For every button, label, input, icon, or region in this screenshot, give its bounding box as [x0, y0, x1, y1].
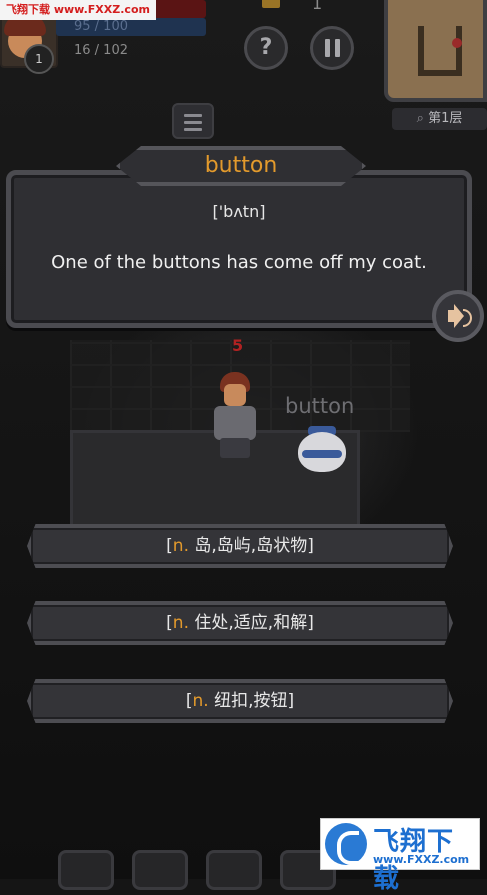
word-title: button — [204, 153, 278, 178]
coin-count: 1 — [312, 0, 323, 13]
help-button[interactable]: ? — [244, 26, 288, 70]
minimap-maze — [418, 26, 462, 76]
answer-option-3[interactable]: [n. 纽扣,按钮] — [27, 679, 453, 723]
answer-option-1[interactable]: [n. 岛,岛屿,岛状物] — [27, 524, 453, 568]
answer-option-2[interactable]: [n. 住处,适应,和解] — [27, 601, 453, 645]
bottom-tab-3[interactable] — [206, 850, 262, 890]
word-dialog — [6, 170, 472, 328]
pause-button[interactable] — [310, 26, 354, 70]
minimap[interactable] — [384, 0, 487, 102]
pot-enemy[interactable] — [298, 432, 346, 472]
bottom-tab-1[interactable] — [58, 850, 114, 890]
answer-pos: n. — [172, 536, 189, 556]
pause-icon — [325, 39, 341, 57]
watermark-top: 飞翔下载 www.FXXZ.com — [0, 0, 156, 20]
mp-bar: 95 / 100 — [56, 18, 206, 36]
menu-button[interactable] — [172, 103, 214, 139]
site-logo: 飞翔下载 www.FXXZ.com — [320, 818, 480, 894]
answer-pos: n. — [172, 613, 189, 633]
coin-icon — [262, 0, 280, 8]
play-sound-button[interactable] — [432, 290, 484, 342]
search-icon: ⌕ — [416, 111, 429, 126]
level-badge: 1 — [24, 44, 54, 74]
logo-mark-icon — [325, 823, 367, 865]
enemy-word-label: button — [285, 394, 355, 418]
help-icon: ? — [259, 35, 273, 60]
phonetic: ['bʌtn] — [212, 202, 266, 221]
bottom-tab-2[interactable] — [132, 850, 188, 890]
menu-list-icon — [184, 114, 202, 117]
damage-number: 5 — [232, 336, 244, 355]
floor-text: 第1层 — [428, 111, 463, 126]
floor-label: ⌕ 第1层 — [392, 108, 487, 130]
xp-bar: 16 / 102 — [74, 43, 128, 58]
answer-meaning: 纽扣,按钮] — [208, 691, 295, 711]
example-sentence: One of the buttons has come off my coat. — [51, 252, 427, 273]
answer-meaning: 岛,岛屿,岛状物] — [188, 536, 314, 556]
answer-meaning: 住处,适应,和解] — [188, 613, 314, 633]
minimap-marker — [452, 38, 462, 48]
logo-url: www.FXXZ.com — [373, 853, 470, 866]
hero-sprite — [206, 372, 266, 462]
answer-pos: n. — [192, 691, 209, 711]
